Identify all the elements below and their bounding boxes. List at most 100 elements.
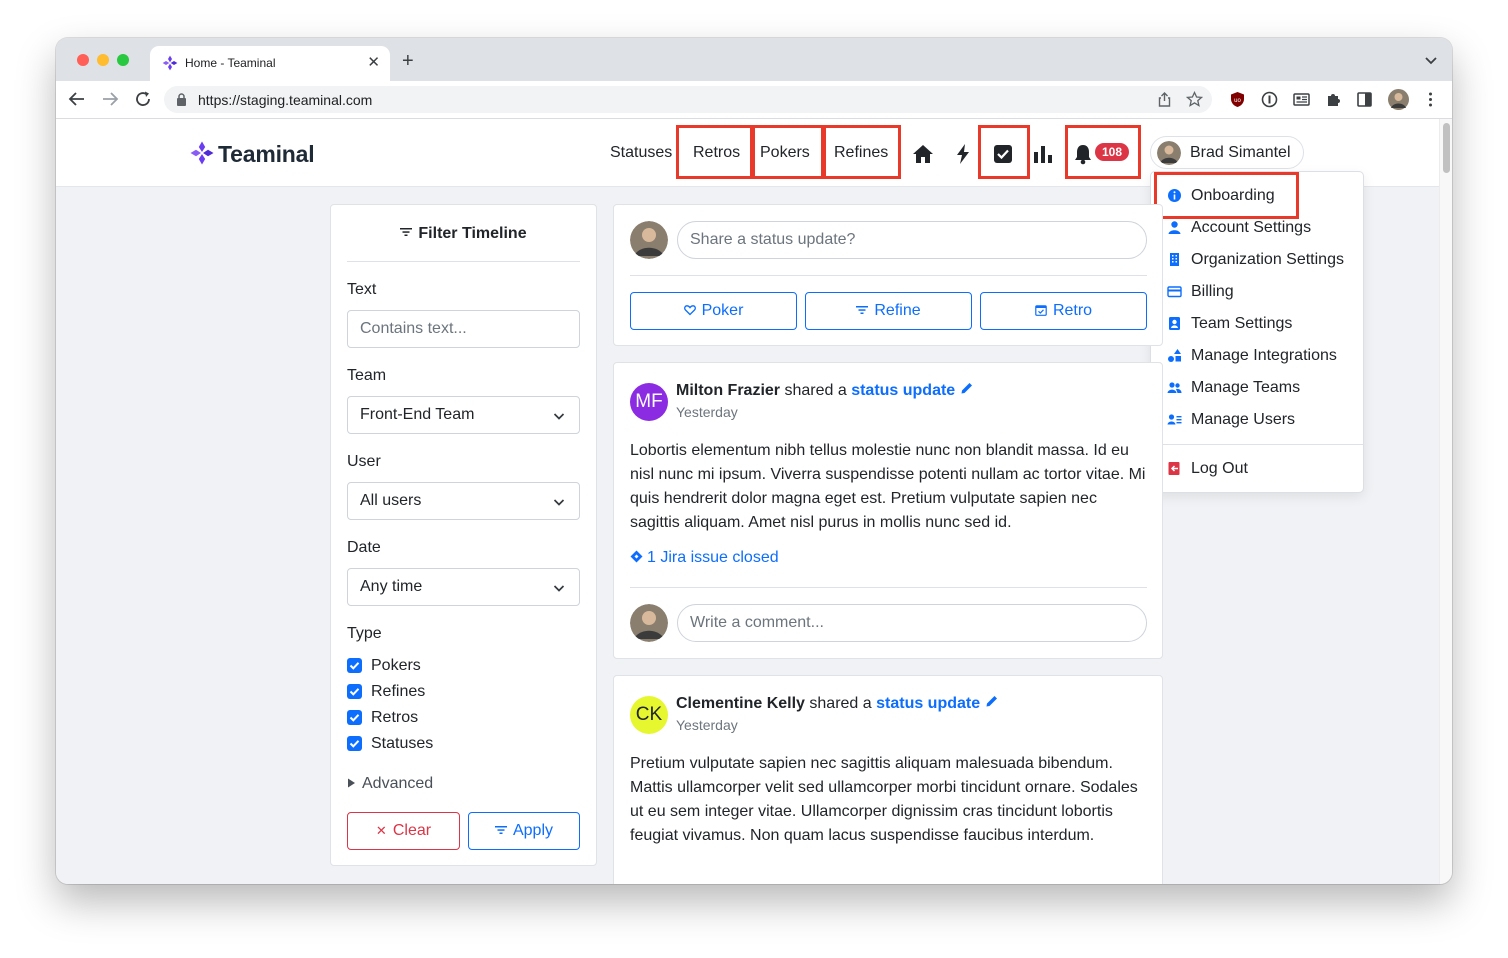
text-filter-input[interactable]: Contains text... <box>347 310 580 348</box>
browser-menu-icon[interactable] <box>1422 91 1439 108</box>
highlight-pokers <box>752 125 824 179</box>
team-label: Team <box>347 367 387 384</box>
poker-button[interactable]: Poker <box>630 292 797 330</box>
bookmark-star-icon[interactable] <box>1186 91 1203 108</box>
type-option-label: Retros <box>371 709 419 726</box>
ublock-shield-icon[interactable]: uo <box>1229 91 1246 108</box>
address-bar[interactable]: https://staging.teaminal.com <box>164 86 1212 113</box>
bar-chart-icon[interactable] <box>1032 143 1054 165</box>
extensions-puzzle-icon[interactable] <box>1325 91 1342 108</box>
checkbox-pokers[interactable] <box>347 658 362 673</box>
type-option-label: Refines <box>371 683 426 700</box>
shared-text: shared a <box>809 695 872 712</box>
lightning-icon[interactable] <box>952 143 974 165</box>
jira-issue-link[interactable]: 1 Jira issue closed <box>630 549 779 567</box>
user-menu-button[interactable]: Brad Simantel <box>1150 136 1304 169</box>
status-update-link[interactable]: status update <box>851 382 955 399</box>
date-select[interactable]: Any time <box>347 568 580 606</box>
post-body: Lobortis elementum nibh tellus molestie … <box>630 442 1146 531</box>
person-badge-icon <box>1169 317 1180 330</box>
browser-tab[interactable]: Home - Teaminal ✕ <box>150 46 390 81</box>
filter-icon <box>400 228 413 236</box>
advanced-toggle[interactable]: Advanced <box>347 775 433 793</box>
status-composer-card: Share a status update? Poker Refine Retr… <box>613 204 1163 346</box>
menu-item-billing[interactable]: Billing <box>1151 277 1363 307</box>
brand-name: Teaminal <box>218 141 315 167</box>
pencil-icon[interactable] <box>985 695 998 708</box>
user-select[interactable]: All users <box>347 482 580 520</box>
share-icon[interactable] <box>1156 91 1173 108</box>
status-update-input[interactable]: Share a status update? <box>677 221 1147 259</box>
filter-timeline-card: Filter Timeline Text Contains text... Te… <box>330 204 597 866</box>
new-tab-icon[interactable]: + <box>402 51 414 71</box>
commenter-avatar <box>630 604 668 642</box>
teaminal-favicon-icon <box>162 55 178 71</box>
menu-item-team-settings[interactable]: Team Settings <box>1151 309 1363 339</box>
team-select[interactable]: Front-End Team <box>347 396 580 434</box>
poker-label: Poker <box>701 302 744 319</box>
password-manager-icon[interactable] <box>1261 91 1278 108</box>
author-name[interactable]: Milton Frazier <box>676 382 780 399</box>
refine-button[interactable]: Refine <box>805 292 972 330</box>
status-update-link[interactable]: status update <box>876 695 980 712</box>
text-label: Text <box>347 281 377 298</box>
minimize-window-button[interactable] <box>97 54 109 66</box>
menu-item-log-out[interactable]: Log Out <box>1151 454 1363 484</box>
side-panel-icon[interactable] <box>1356 91 1373 108</box>
chevron-down-icon <box>553 413 565 420</box>
comment-input[interactable]: Write a comment... <box>677 604 1147 642</box>
chevron-down-icon <box>553 585 565 592</box>
teaminal-logo-icon <box>190 141 214 165</box>
checkbox-retros[interactable] <box>347 710 362 725</box>
maximize-window-button[interactable] <box>117 54 129 66</box>
retro-label: Retro <box>1052 302 1093 319</box>
building-icon <box>1170 253 1179 266</box>
browser-window: Home - Teaminal ✕ + https://staging.team… <box>56 38 1452 884</box>
home-icon[interactable] <box>912 143 934 165</box>
scrollbar-thumb[interactable] <box>1443 123 1450 173</box>
comment-placeholder: Write a comment... <box>690 614 824 631</box>
page-scrollbar[interactable] <box>1439 119 1452 884</box>
jira-issue-text: 1 Jira issue closed <box>647 549 779 566</box>
menu-label: Team Settings <box>1191 315 1293 332</box>
date-select-value: Any time <box>360 578 423 595</box>
menu-label: Account Settings <box>1191 219 1312 236</box>
forward-arrow-icon[interactable] <box>101 90 119 108</box>
filter-title: Filter Timeline <box>331 225 596 243</box>
profile-avatar-icon[interactable] <box>1388 89 1409 110</box>
reader-extension-icon[interactable] <box>1293 91 1310 108</box>
highlight-notifications <box>1065 125 1141 179</box>
advanced-label: Advanced <box>362 775 434 792</box>
retro-button[interactable]: Retro <box>980 292 1147 330</box>
tab-close-icon[interactable]: ✕ <box>367 53 380 71</box>
pencil-icon[interactable] <box>960 382 973 395</box>
back-arrow-icon[interactable] <box>68 90 86 108</box>
clear-button[interactable]: ✕ Clear <box>347 812 460 850</box>
menu-label: Manage Integrations <box>1191 347 1337 364</box>
menu-item-manage-users[interactable]: Manage Users <box>1151 405 1363 435</box>
tab-title: Home - Teaminal <box>185 56 276 70</box>
reload-icon[interactable] <box>134 90 152 108</box>
checkbox-refines[interactable] <box>347 684 362 699</box>
caret-right-icon <box>348 778 355 788</box>
filter-title-text: Filter Timeline <box>418 225 527 242</box>
apply-label: Apply <box>512 822 554 839</box>
menu-item-manage-integrations[interactable]: Manage Integrations <box>1151 341 1363 371</box>
author-name[interactable]: Clementine Kelly <box>676 695 805 712</box>
menu-item-manage-teams[interactable]: Manage Teams <box>1151 373 1363 403</box>
tab-strip: Home - Teaminal ✕ + <box>56 38 1452 81</box>
menu-label: Manage Users <box>1191 411 1296 428</box>
post-header: Clementine Kelly shared a status update <box>676 695 998 713</box>
type-label: Type <box>347 625 382 642</box>
close-window-button[interactable] <box>77 54 89 66</box>
x-icon: ✕ <box>375 823 387 838</box>
checkbox-statuses[interactable] <box>347 736 362 751</box>
menu-item-organization-settings[interactable]: Organization Settings <box>1151 245 1363 275</box>
apply-button[interactable]: Apply <box>468 812 580 850</box>
person-lines-icon <box>1167 414 1182 425</box>
current-user-avatar <box>630 221 668 259</box>
tab-search-chevron-icon[interactable] <box>1424 53 1438 67</box>
highlight-refines <box>823 125 901 179</box>
nav-statuses[interactable]: Statuses <box>610 144 672 162</box>
heart-icon <box>683 305 696 316</box>
